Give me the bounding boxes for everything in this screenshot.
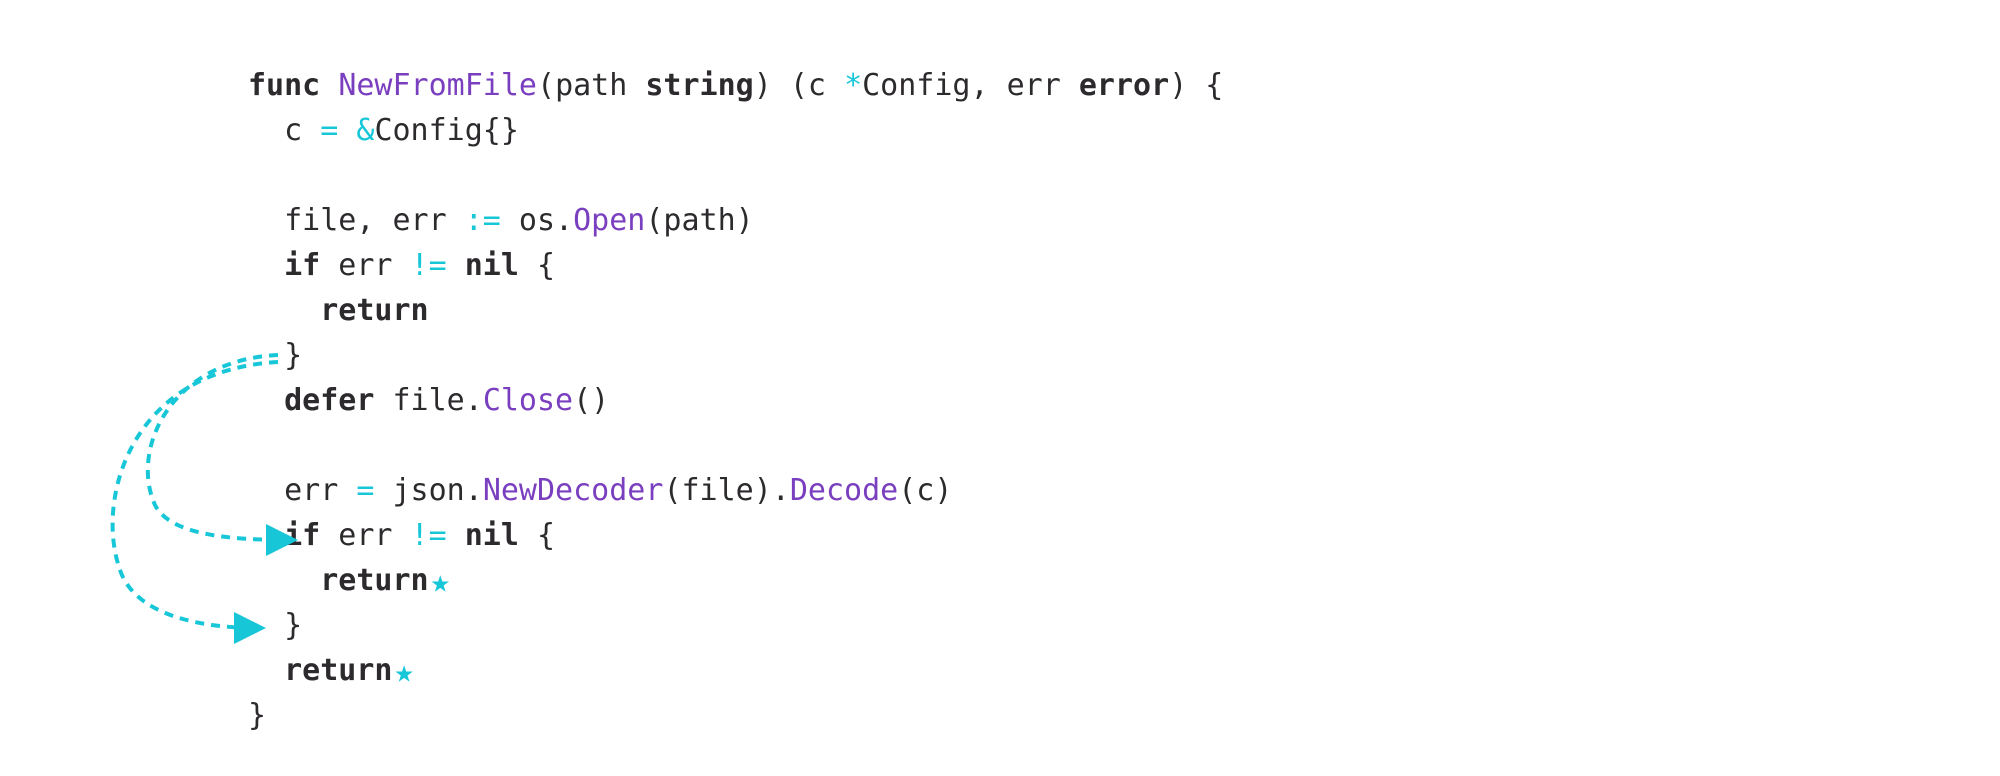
code-line-4: file, err := os.Open(path) [248, 203, 754, 238]
amp-op: & [338, 113, 374, 148]
keyword-defer: defer [284, 383, 374, 418]
code-line-8-defer: defer file.Close() [248, 383, 609, 418]
keyword-return: return [284, 653, 392, 688]
method-close: Close [483, 383, 573, 418]
keyword-return: return [320, 563, 428, 598]
method-open: Open [573, 203, 645, 238]
code-line-6: return [248, 293, 429, 328]
code-line-14: return★ [248, 653, 414, 688]
code-line-5: if err != nil { [248, 248, 555, 283]
method-newdecoder: NewDecoder [483, 473, 664, 508]
code-line-10: err = json.NewDecoder(file).Decode(c) [248, 473, 952, 508]
code-line-2: c = &Config{} [248, 113, 519, 148]
keyword-return: return [320, 293, 428, 328]
keyword-func: func [248, 68, 320, 103]
code-block: func NewFromFile(path string) (c *Config… [248, 18, 1223, 738]
type-string: string [645, 68, 753, 103]
code-line-13: } [248, 608, 302, 643]
function-name: NewFromFile [338, 68, 537, 103]
star-icon: ★ [429, 565, 450, 597]
star-icon: ★ [393, 655, 414, 687]
method-decode: Decode [790, 473, 898, 508]
code-line-12: return★ [248, 563, 450, 598]
code-line-1: func NewFromFile(path string) (c *Config… [248, 68, 1223, 103]
code-line-11: if err != nil { [248, 518, 555, 553]
code-line-15: } [248, 698, 266, 733]
pointer-star: * [844, 68, 862, 103]
type-error: error [1079, 68, 1169, 103]
code-line-7: } [248, 338, 302, 373]
